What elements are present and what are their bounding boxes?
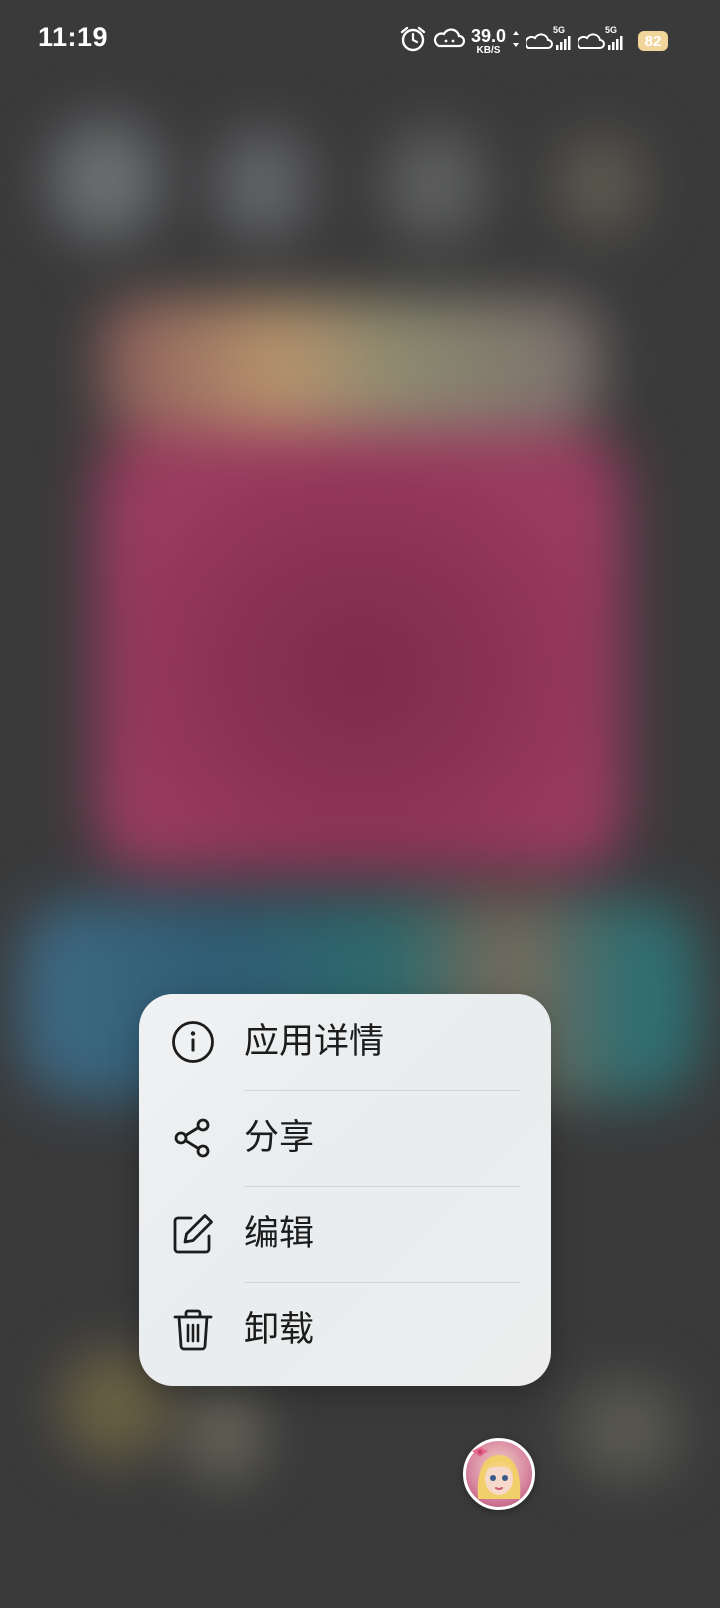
status-time: 11:19: [38, 22, 109, 52]
weather-cloud-icon: [433, 26, 465, 56]
battery-level: 82: [644, 32, 662, 50]
signal-1-label: 5G: [553, 25, 566, 35]
menu-item-label: 分享: [244, 1118, 315, 1158]
widget-blur: [100, 300, 600, 430]
menu-item-uninstall[interactable]: 卸载: [139, 1282, 551, 1378]
info-icon: [171, 1020, 215, 1064]
network-speed-value: 39.0: [470, 25, 506, 46]
dock-icon-blur: [190, 1390, 260, 1480]
app-icon-blur: [50, 120, 160, 240]
share-icon: [171, 1116, 215, 1160]
app-context-menu: 应用详情 分享 编辑 卸载: [139, 994, 551, 1386]
floating-avatar-button[interactable]: [463, 1438, 535, 1510]
signal-5g-icon: 5G: [524, 25, 572, 54]
widget-blur: [95, 430, 625, 870]
signal-5g-icon: 5G: [576, 25, 624, 54]
app-icon-blur: [215, 130, 310, 240]
dock-icon-blur: [570, 1380, 680, 1480]
menu-item-label: 应用详情: [244, 1022, 385, 1062]
menu-item-label: 编辑: [244, 1214, 315, 1254]
app-icon-blur: [555, 135, 645, 235]
network-speed: 39.0 KB/S: [471, 27, 506, 56]
status-bar: 11:19 39.0 KB/S 5G 5G 82: [0, 0, 720, 82]
menu-item-label: 卸载: [244, 1310, 315, 1350]
edit-icon: [171, 1212, 215, 1256]
home-screen: 11:19 39.0 KB/S 5G 5G 82 应用详情 分享 编辑 卸载: [0, 0, 720, 1608]
status-icons: 39.0 KB/S 5G 5G 82: [399, 25, 668, 56]
data-arrows-icon: [512, 29, 520, 53]
menu-item-app-details[interactable]: 应用详情: [139, 994, 551, 1090]
battery-icon: 82: [638, 31, 668, 51]
alarm-icon: [399, 26, 427, 56]
signal-2-label: 5G: [605, 25, 618, 35]
network-speed-unit: KB/S: [476, 44, 501, 56]
cartoon-girl-avatar-icon: [472, 1447, 521, 1499]
app-icon-blur: [385, 130, 485, 240]
trash-icon: [171, 1308, 215, 1352]
menu-item-share[interactable]: 分享: [139, 1090, 551, 1186]
menu-item-edit[interactable]: 编辑: [139, 1186, 551, 1282]
